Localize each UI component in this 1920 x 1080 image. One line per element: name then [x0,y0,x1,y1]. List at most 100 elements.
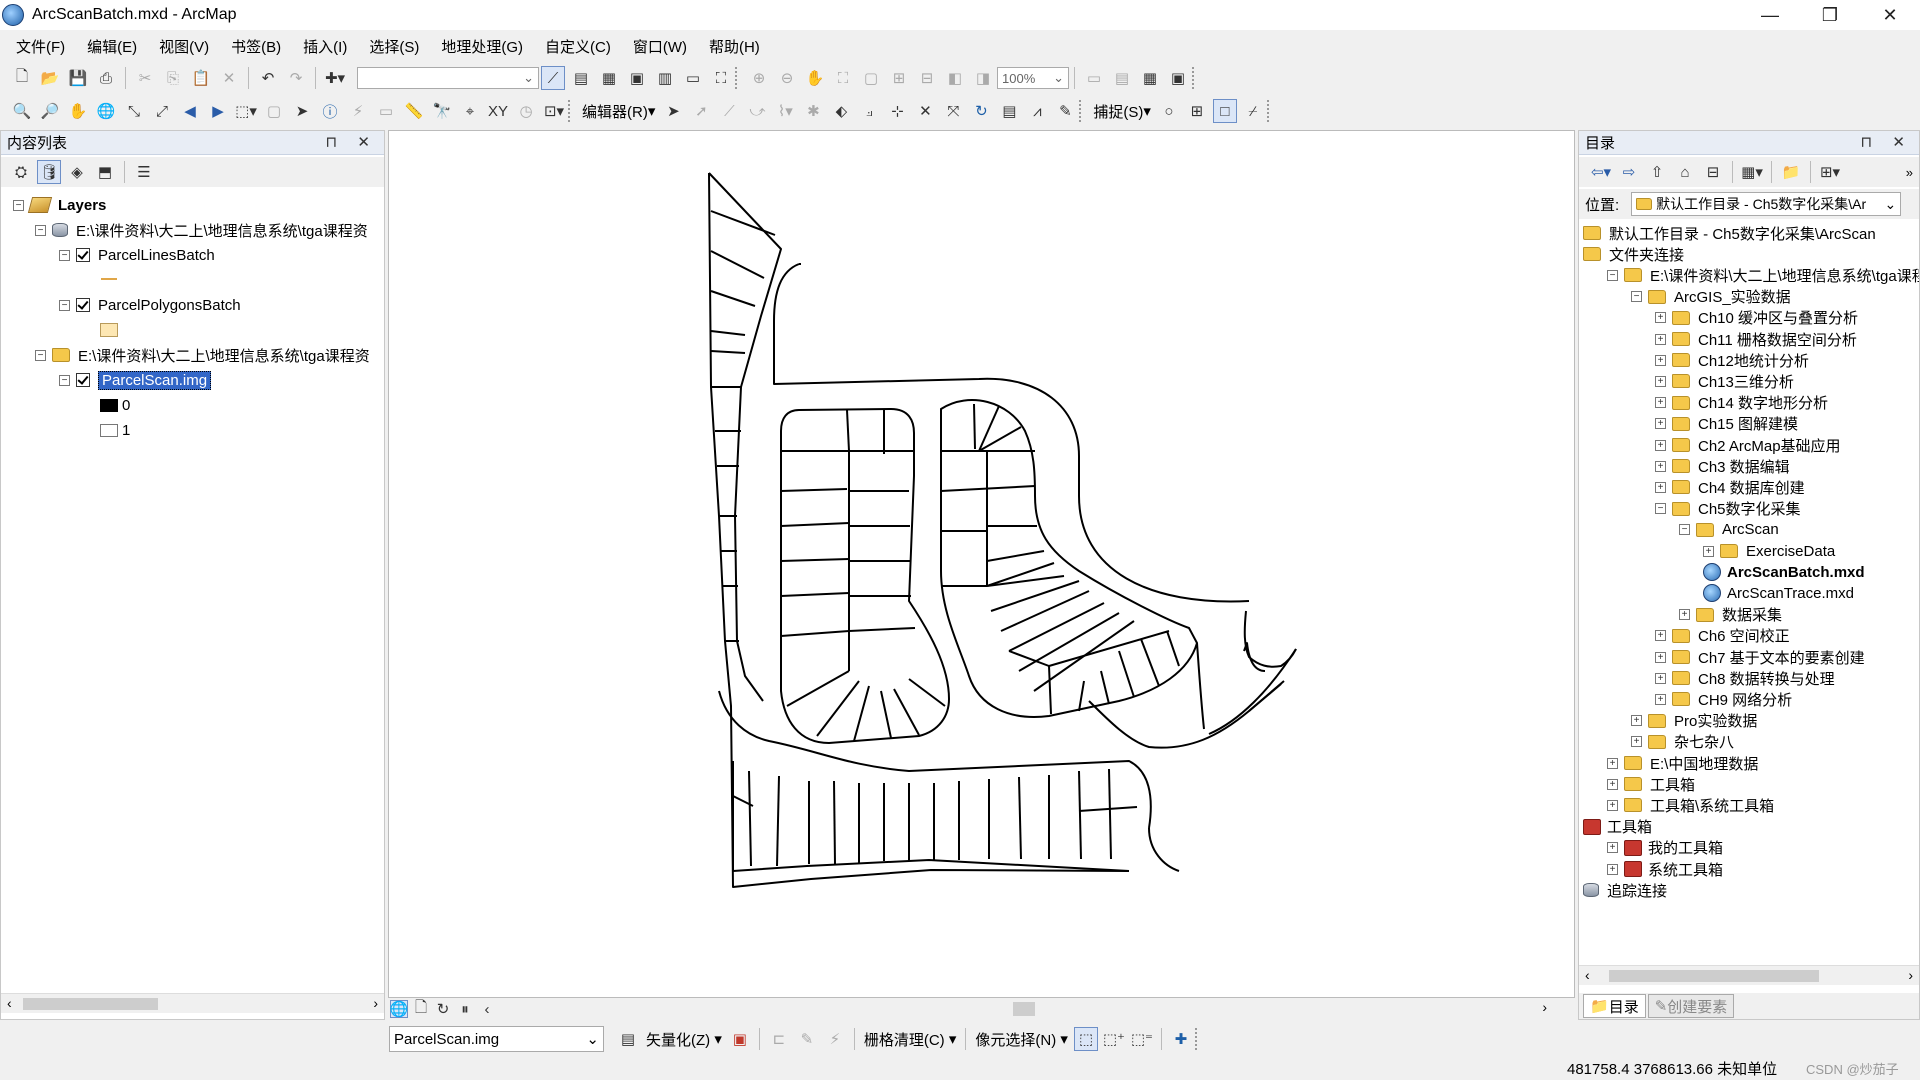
end-snapping-icon[interactable]: ⊞ [1185,99,1209,123]
editor-menu-button[interactable]: 编辑器(R) ▾ [578,101,659,122]
menu-help[interactable]: 帮助(H) [701,36,768,57]
expand-icon[interactable]: + [1607,757,1618,769]
zoom-out-icon[interactable]: 🔎 [38,99,62,123]
go-to-xy-icon[interactable]: XY [486,99,510,123]
data-driven-pages-icon[interactable]: ▣ [1166,66,1190,90]
new-document-icon[interactable]: 🗋 [10,66,34,90]
create-features-icon[interactable]: ✎ [1053,99,1077,123]
raster-line-width-icon[interactable]: ✚ [1169,1027,1193,1051]
find-route-icon[interactable]: ⌖ [458,99,482,123]
end-point-arc-icon[interactable]: ⤻ [745,99,769,123]
expand-icon[interactable]: + [1631,736,1642,748]
raster-layer-combo[interactable]: ParcelScan.img ⌄ [389,1026,604,1052]
sketch-properties-icon[interactable]: ⩘ [1025,99,1049,123]
undo-icon[interactable]: ↶ [256,66,280,90]
catalog-row[interactable]: − E:\课件资料\大二上\地理信息系统\tga课程 [1607,265,1919,285]
expand-icon[interactable]: + [1607,799,1618,811]
print-icon[interactable]: ⎙ [94,66,118,90]
expand-icon[interactable]: + [1679,609,1690,621]
list-by-visibility-icon[interactable]: ◈ [65,160,89,184]
menu-geoprocessing[interactable]: 地理处理(G) [433,36,531,57]
expand-icon[interactable]: + [1631,715,1642,727]
toc-row-value-1[interactable]: 1 [100,418,130,442]
menu-insert[interactable]: 插入(I) [295,36,355,57]
expand-icon[interactable]: + [1655,312,1666,324]
toolbar-grip[interactable] [1192,67,1198,89]
time-slider-icon[interactable]: ◷ [514,99,538,123]
find-icon[interactable]: 🔭 [430,99,454,123]
expand-icon[interactable]: + [1655,630,1666,642]
black-swatch[interactable] [100,398,118,412]
collapse-icon[interactable]: − [59,299,70,311]
straight-segment-icon[interactable]: ⟋ [717,99,741,123]
pan-icon[interactable]: ✋ [66,99,90,123]
reshape-icon[interactable]: ⟓ [857,99,881,123]
catalog-row[interactable]: + Ch7 基于文本的要素创建 [1655,647,1865,667]
python-window-icon[interactable]: ▭ [681,66,705,90]
collapse-icon[interactable]: − [59,374,70,386]
menu-bookmarks[interactable]: 书签(B) [223,36,289,57]
expand-icon[interactable]: + [1655,460,1666,472]
go-forward-extent-icon[interactable]: ◨ [971,66,995,90]
layer-visibility-checkbox[interactable] [76,248,90,262]
redo-icon[interactable]: ↷ [284,66,308,90]
select-elements-icon[interactable]: ➤ [290,99,314,123]
trace-icon[interactable]: ⌇▾ [773,99,797,123]
pause-drawing-icon[interactable]: ⏸ [456,1000,474,1018]
expand-icon[interactable]: + [1607,842,1618,854]
catalog-row[interactable]: + 工具箱 [1607,774,1695,794]
expand-icon[interactable]: + [1655,375,1666,387]
back-arrow-icon[interactable]: ◀ [178,99,202,123]
menu-customize[interactable]: 自定义(C) [537,36,619,57]
catalog-row[interactable]: + Ch3 数据编辑 [1655,456,1790,476]
edit-vertices-icon[interactable]: ⬖ [829,99,853,123]
catalog-row[interactable]: + Ch15 图解建模 [1655,414,1798,434]
expand-icon[interactable]: + [1655,651,1666,663]
raster-snapping-icon[interactable]: ▣ [728,1027,752,1051]
minimize-button[interactable]: — [1740,0,1800,30]
cell-selection-menu[interactable]: 像元选择(N) ▾ [971,1029,1072,1050]
expand-icon[interactable]: + [1607,863,1618,875]
measure-icon[interactable]: 📏 [402,99,426,123]
table-of-contents-icon[interactable]: ▤ [569,66,593,90]
catalog-row[interactable]: + Ch11 栅格数据空间分析 [1655,329,1857,349]
find-connected-cells-icon[interactable]: ⬚⁺ [1102,1027,1126,1051]
list-by-source-icon[interactable]: 🛢 [37,160,61,184]
collapse-icon[interactable]: − [13,199,24,211]
toc-row-parcel-polygons[interactable]: − ParcelPolygonsBatch [59,293,241,317]
catalog-row[interactable]: + 我的工具箱 [1607,838,1723,858]
html-popup-icon[interactable]: ▭ [374,99,398,123]
toolbar-grip[interactable] [735,67,741,89]
vectorization-trace-icon[interactable]: ⊏ [767,1027,791,1051]
catalog-row[interactable]: ArcScanBatch.mxd [1703,562,1865,582]
up-one-level-icon[interactable]: ⇧ [1645,160,1669,184]
home-icon[interactable]: ⌂ [1673,160,1697,184]
expand-icon[interactable]: + [1655,672,1666,684]
copy-icon[interactable]: ⎘ [161,66,185,90]
collapse-icon[interactable]: − [1655,503,1666,515]
layer-visibility-checkbox[interactable] [76,298,90,312]
toc-pin-close[interactable]: ⊓ ✕ [326,133,378,151]
expand-icon[interactable]: + [1655,693,1666,705]
select-features-icon[interactable]: ⬚▾ [234,99,258,123]
close-button[interactable]: ✕ [1860,0,1920,30]
model-builder-icon[interactable]: ⛶ [709,66,733,90]
catalog-row[interactable]: + CH9 网络分析 [1655,689,1792,709]
save-icon[interactable]: 💾 [66,66,90,90]
snapping-menu-button[interactable]: 捕捉(S) ▾ [1089,101,1155,122]
delete-icon[interactable]: ✕ [217,66,241,90]
vectorization-menu[interactable]: 矢量化(Z) ▾ [642,1029,726,1050]
search-window-icon[interactable]: ▣ [625,66,649,90]
point-snapping-icon[interactable]: ○ [1157,99,1181,123]
scroll-thumb[interactable] [1609,970,1819,982]
catalog-row[interactable]: − ArcScan [1679,520,1779,540]
zoom-100-icon[interactable]: ▢ [859,66,883,90]
raster-cleanup-tool-icon[interactable]: ⚡ [823,1027,847,1051]
collapse-icon[interactable]: − [35,224,46,236]
catalog-row[interactable]: 工具箱 [1583,817,1652,837]
menu-edit[interactable]: 编辑(E) [79,36,145,57]
line-symbol-swatch[interactable] [101,278,117,280]
map-scale-combo[interactable]: ⌄ [357,67,539,89]
toolbar-grip[interactable] [1266,100,1273,122]
catalog-pin-close[interactable]: ⊓ ✕ [1861,133,1913,151]
